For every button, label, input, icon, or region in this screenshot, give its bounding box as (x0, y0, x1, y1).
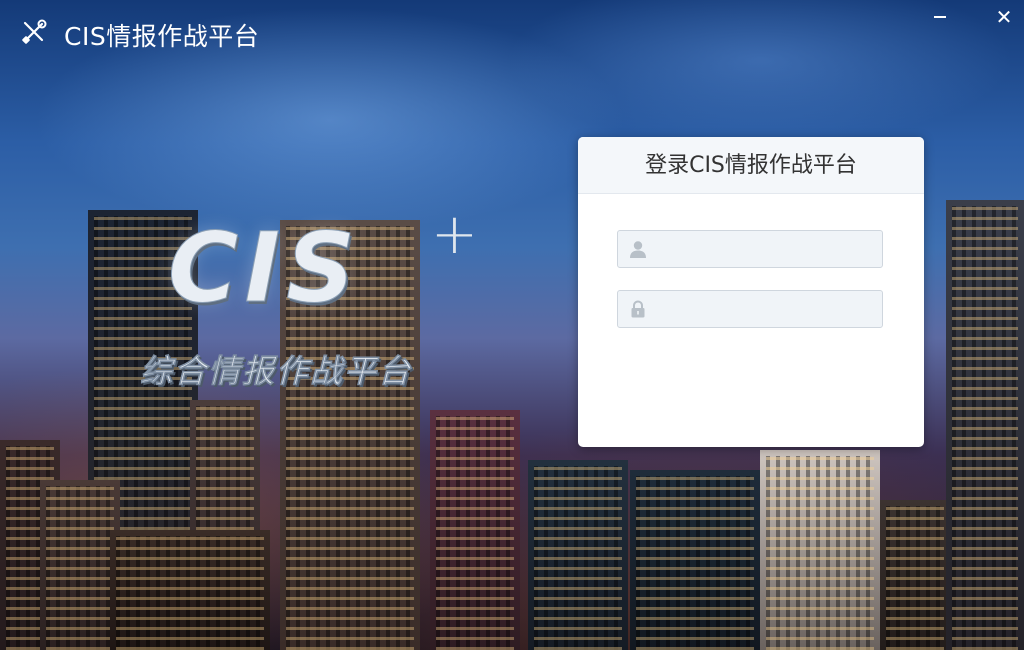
building (190, 400, 260, 650)
building (110, 530, 270, 650)
logo-plus: + (431, 202, 478, 267)
username-field[interactable] (617, 230, 883, 268)
minimize-icon (934, 16, 946, 18)
password-field[interactable] (617, 290, 883, 328)
close-button[interactable]: ✕ (990, 4, 1018, 30)
user-icon (628, 239, 648, 259)
tools-icon (20, 18, 48, 46)
lock-icon (628, 299, 648, 319)
login-card: 登录CIS情报作战平台 (578, 137, 924, 447)
close-icon: ✕ (995, 5, 1013, 29)
title-bar: CIS情报作战平台 ✕ (0, 0, 1024, 66)
building (946, 200, 1024, 650)
username-input[interactable] (656, 231, 876, 267)
building (630, 470, 760, 650)
password-input[interactable] (656, 291, 876, 327)
logo-text: CIS (167, 212, 362, 324)
building (0, 440, 60, 650)
building (880, 500, 950, 650)
building (528, 460, 628, 650)
window-title: CIS情报作战平台 (64, 22, 260, 51)
minimize-button[interactable] (926, 4, 954, 30)
building (40, 480, 120, 650)
building (430, 410, 520, 650)
building (760, 450, 880, 650)
hero-subtitle: 综合情报作战平台 (140, 352, 413, 391)
hero-logo: CIS + (167, 202, 477, 340)
login-title: 登录CIS情报作战平台 (578, 137, 924, 194)
